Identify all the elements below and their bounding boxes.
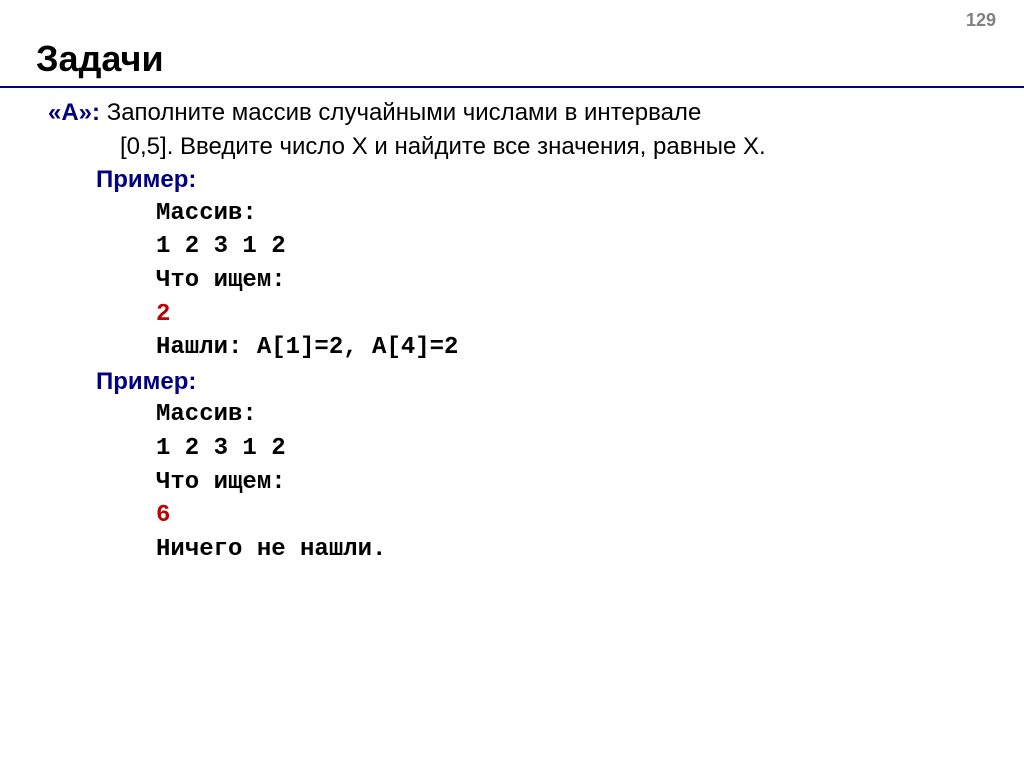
example-2-line-5: Ничего не нашли. (156, 533, 1024, 567)
example-2-block: Массив: 1 2 3 1 2 Что ищем: 6 Ничего не … (48, 398, 1024, 566)
example-2-line-2: 1 2 3 1 2 (156, 432, 1024, 466)
example-1-line-4: 2 (156, 298, 1024, 332)
example-1-line-2: 1 2 3 1 2 (156, 230, 1024, 264)
page-title: Задачи (0, 0, 1024, 86)
task-label: «A»: (48, 99, 100, 126)
example-2-line-1: Массив: (156, 398, 1024, 432)
example-1-block: Массив: 1 2 3 1 2 Что ищем: 2 Нашли: A[1… (48, 197, 1024, 365)
example-1-line-3: Что ищем: (156, 264, 1024, 298)
example-2-line-3: Что ищем: (156, 466, 1024, 500)
example-2-line-4: 6 (156, 499, 1024, 533)
task-line-1: «A»: Заполните массив случайными числами… (48, 96, 1024, 130)
example-1-label: Пример: (48, 163, 1024, 197)
title-divider (0, 86, 1024, 88)
example-1-line-1: Массив: (156, 197, 1024, 231)
example-1-line-5: Нашли: A[1]=2, A[4]=2 (156, 331, 1024, 365)
content-area: «A»: Заполните массив случайными числами… (0, 96, 1024, 566)
task-text-2: [0,5]. Введите число X и найдите все зна… (48, 130, 1024, 164)
page-number: 129 (966, 10, 996, 31)
example-2-label: Пример: (48, 365, 1024, 399)
task-text-1: Заполните массив случайными числами в ин… (100, 99, 701, 126)
